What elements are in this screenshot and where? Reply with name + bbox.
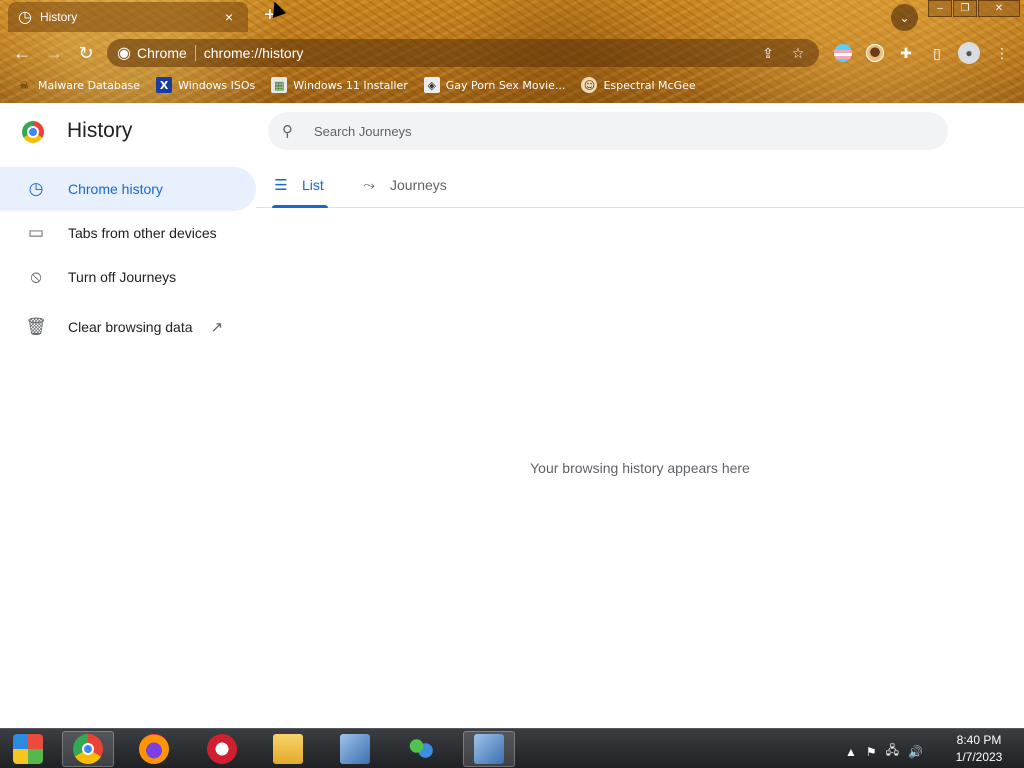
face-icon: ☺ — [581, 77, 598, 93]
share-icon[interactable]: ⇪ — [757, 45, 779, 62]
extensions-puzzle-icon[interactable]: ✚ — [895, 42, 917, 64]
bookmark-label: Windows 11 Installer — [293, 78, 408, 92]
sidebar-item-label: Tabs from other devices — [68, 225, 217, 241]
minimize-button[interactable]: – — [928, 0, 952, 17]
sidebar-item-chrome-history[interactable]: ◷ Chrome history — [0, 167, 256, 211]
image-icon: ▦ — [271, 77, 288, 93]
chrome-site-icon: ◉ — [117, 45, 131, 62]
extension-avatar-icon[interactable] — [864, 42, 886, 64]
skull-icon: ☠ — [19, 78, 29, 92]
taskbar-app-1[interactable] — [329, 731, 381, 767]
empty-history-message: Your browsing history appears here — [530, 460, 750, 476]
history-page: History ⚲ ◷ Chrome history ▭ Tabs from o… — [0, 103, 1024, 728]
clock-icon: ◷ — [28, 179, 44, 198]
tab-search-button[interactable]: ⌄ — [891, 4, 918, 31]
journeys-icon: ⤳ — [362, 176, 375, 194]
search-icon: ⚲ — [282, 123, 293, 140]
bookmark-star-icon[interactable]: ☆ — [787, 45, 809, 62]
sidebar-item-label: Chrome history — [68, 181, 163, 197]
chrome-logo-icon — [22, 121, 44, 143]
devices-icon: ▭ — [27, 223, 45, 242]
bookmark-movie-site[interactable]: ◈ Gay Porn Sex Movie... — [423, 77, 566, 93]
taskbar-app-3[interactable] — [463, 731, 515, 767]
bookmarks-bar: ☠ Malware Database X Windows ISOs ▦ Wind… — [0, 72, 1024, 98]
extension-flag-icon[interactable] — [832, 42, 854, 64]
list-icon: ☰ — [274, 177, 288, 194]
bookmark-label: Windows ISOs — [178, 78, 256, 92]
taskbar-file-explorer[interactable] — [262, 731, 314, 767]
taskbar-chrome[interactable] — [62, 731, 114, 767]
start-button[interactable] — [2, 731, 54, 767]
address-bar[interactable]: ◉ Chrome chrome://history ⇪ ☆ — [107, 39, 819, 67]
bookmark-windows-isos[interactable]: X Windows ISOs — [156, 77, 255, 93]
sidebar-item-turn-off-journeys[interactable]: ⦸ Turn off Journeys — [0, 255, 256, 299]
clock[interactable]: 8:40 PM 1/7/2023 — [946, 732, 1012, 766]
tab-title: History — [39, 10, 78, 24]
search-input[interactable] — [314, 123, 874, 139]
sidebar: ◷ Chrome history ▭ Tabs from other devic… — [0, 167, 256, 349]
system-tray: ▲ ⚑ 🖧 🔊 — [845, 741, 932, 762]
search-bar[interactable]: ⚲ — [268, 112, 948, 150]
journeys-off-icon: ⦸ — [30, 267, 42, 286]
installer-icon — [474, 734, 504, 764]
sidebar-item-label: Turn off Journeys — [68, 269, 177, 285]
history-tabs: ☰ List ⤳ Journeys — [256, 163, 1024, 208]
chevron-down-icon: ⌄ — [899, 10, 910, 25]
close-tab-icon[interactable]: × — [220, 9, 238, 25]
clock-date: 1/7/2023 — [955, 750, 1003, 764]
taskbar-firefox[interactable] — [128, 731, 180, 767]
tab-history[interactable]: ◷ History × — [8, 2, 248, 32]
x-logo-icon: X — [156, 77, 173, 93]
forward-button[interactable]: → — [41, 40, 67, 66]
bookmark-malware-database[interactable]: ☠ Malware Database — [16, 77, 140, 93]
profile-avatar-icon[interactable]: ● — [958, 42, 980, 64]
maximize-button[interactable]: ❐ — [953, 0, 977, 17]
site-chip: Chrome — [136, 45, 187, 61]
sidebar-item-label: Clear browsing data — [68, 319, 193, 335]
history-icon: ◷ — [18, 9, 32, 26]
bookmark-windows-11-installer[interactable]: ▦ Windows 11 Installer — [271, 77, 408, 93]
network-icon[interactable]: 🖧 — [886, 741, 899, 762]
chrome-icon — [73, 734, 103, 764]
bookmark-label: Malware Database — [38, 78, 141, 92]
volume-icon[interactable]: 🔊 — [908, 745, 923, 759]
more-menu-icon[interactable]: ⋮ — [991, 42, 1013, 64]
sidebar-item-tabs-other-devices[interactable]: ▭ Tabs from other devices — [0, 211, 256, 255]
bookmark-label: Gay Porn Sex Movie... — [445, 78, 566, 92]
taskbar-app-2[interactable] — [395, 731, 447, 767]
windows-start-icon — [13, 734, 43, 764]
sidebar-item-clear-browsing-data[interactable]: 🗑 Clear browsing data ↗ — [0, 305, 256, 349]
bookmark-label: Espectral McGee — [603, 78, 696, 92]
clock-time: 8:40 PM — [956, 733, 1002, 747]
trash-icon: 🗑 — [25, 317, 47, 336]
reload-button[interactable]: ↻ — [73, 40, 99, 66]
firefox-icon — [139, 734, 169, 764]
action-center-flag-icon[interactable]: ⚑ — [866, 745, 877, 759]
close-window-button[interactable]: ✕ — [978, 0, 1020, 17]
open-external-icon: ↗ — [210, 319, 224, 336]
bookmark-espectral-mcgee[interactable]: ☺ Espectral McGee — [581, 77, 696, 93]
back-button[interactable]: ← — [9, 40, 35, 66]
taskbar: ▲ ⚑ 🖧 🔊 8:40 PM 1/7/2023 — [0, 728, 1024, 768]
page-title: History — [67, 119, 133, 142]
folder-icon — [273, 734, 303, 764]
tray-chevron-icon[interactable]: ▲ — [845, 745, 857, 759]
site-favicon-icon: ◈ — [423, 77, 440, 93]
opera-icon — [207, 734, 237, 764]
tab-label: List — [302, 177, 324, 193]
omnibox-separator — [194, 45, 196, 61]
taskbar-opera[interactable] — [196, 731, 248, 767]
tab-label: Journeys — [390, 177, 447, 193]
tab-journeys[interactable]: ⤳ Journeys — [360, 163, 447, 207]
browser-chrome: ◷ History × + ⌄ – ❐ ✕ ← → ↻ ◉ Chrome chr… — [0, 0, 1024, 103]
installer-icon — [340, 734, 370, 764]
users-icon — [406, 734, 436, 764]
toolbar: ← → ↻ ◉ Chrome chrome://history ⇪ ☆ ✚ ▯ … — [0, 36, 1024, 70]
url-text[interactable]: chrome://history — [204, 45, 749, 61]
tab-list[interactable]: ☰ List — [272, 163, 328, 208]
side-panel-icon[interactable]: ▯ — [926, 42, 948, 64]
